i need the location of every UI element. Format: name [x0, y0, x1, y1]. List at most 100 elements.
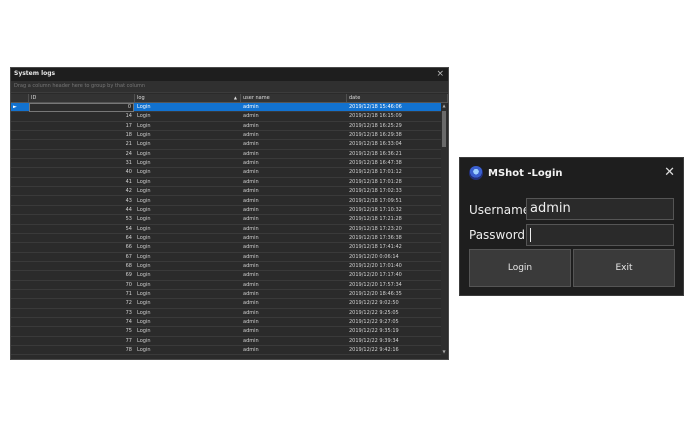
- cell-date[interactable]: 2019/12/22 9:02:50: [349, 299, 399, 308]
- cell-date[interactable]: 2019/12/22 9:39:34: [349, 337, 399, 346]
- cell-log[interactable]: Login: [137, 140, 151, 149]
- cell-date[interactable]: 2019/12/18 17:10:32: [349, 206, 402, 215]
- cell-id[interactable]: 31: [29, 159, 134, 168]
- cell-id[interactable]: 0: [29, 103, 134, 112]
- table-row[interactable]: 18 Login admin 2019/12/18 16:29:38: [11, 131, 441, 141]
- cell-log[interactable]: Login: [137, 271, 151, 280]
- cell-id[interactable]: 18: [29, 131, 134, 140]
- cell-user[interactable]: admin: [243, 243, 259, 252]
- cell-user[interactable]: admin: [243, 290, 259, 299]
- cell-log[interactable]: Login: [137, 262, 151, 271]
- cell-user[interactable]: admin: [243, 187, 259, 196]
- column-header-log[interactable]: log ▲: [135, 94, 241, 102]
- table-row[interactable]: 54 Login admin 2019/12/18 17:23:20: [11, 225, 441, 234]
- cell-log[interactable]: Login: [137, 281, 151, 290]
- cell-user[interactable]: admin: [243, 318, 259, 327]
- cell-log[interactable]: Login: [137, 197, 151, 206]
- cell-date[interactable]: 2019/12/18 16:25:29: [349, 122, 402, 131]
- table-row[interactable]: 66 Login admin 2019/12/18 17:41:42: [11, 243, 441, 253]
- cell-date[interactable]: 2019/12/20 17:01:40: [349, 262, 402, 271]
- cell-id[interactable]: 71: [29, 290, 134, 299]
- cell-log[interactable]: Login: [137, 327, 151, 336]
- cell-log[interactable]: Login: [137, 243, 151, 252]
- cell-date[interactable]: 2019/12/18 16:15:09: [349, 112, 402, 121]
- close-icon[interactable]: ✕: [664, 165, 675, 180]
- cell-log[interactable]: Login: [137, 187, 151, 196]
- cell-date[interactable]: 2019/12/18 16:36:21: [349, 150, 402, 159]
- cell-id[interactable]: 41: [29, 178, 134, 187]
- cell-date[interactable]: 2019/12/20 17:17:40: [349, 271, 402, 280]
- table-row[interactable]: 24 Login admin 2019/12/18 16:36:21: [11, 150, 441, 160]
- table-row[interactable]: 42 Login admin 2019/12/18 17:02:33: [11, 187, 441, 197]
- table-row[interactable]: 67 Login admin 2019/12/20 0:06:14: [11, 253, 441, 262]
- cell-id[interactable]: 68: [29, 262, 134, 271]
- cell-user[interactable]: admin: [243, 206, 259, 215]
- login-titlebar[interactable]: MShot -Login ✕: [460, 158, 683, 190]
- scrollbar-thumb[interactable]: [442, 111, 446, 147]
- cell-id[interactable]: 54: [29, 225, 134, 234]
- table-row[interactable]: 14 Login admin 2019/12/18 16:15:09: [11, 112, 441, 122]
- table-row[interactable]: 43 Login admin 2019/12/18 17:09:51: [11, 197, 441, 206]
- cell-log[interactable]: Login: [137, 253, 151, 262]
- cell-log[interactable]: Login: [137, 159, 151, 168]
- cell-id[interactable]: 21: [29, 140, 134, 149]
- table-row[interactable]: 40 Login admin 2019/12/18 17:01:12: [11, 168, 441, 178]
- cell-user[interactable]: admin: [243, 253, 259, 262]
- cell-id[interactable]: 78: [29, 346, 134, 355]
- cell-id[interactable]: 66: [29, 243, 134, 252]
- column-header-user-name[interactable]: user name: [241, 94, 347, 102]
- cell-date[interactable]: 2019/12/18 16:29:38: [349, 131, 402, 140]
- cell-user[interactable]: admin: [243, 234, 259, 243]
- cell-user[interactable]: admin: [243, 150, 259, 159]
- cell-user[interactable]: admin: [243, 168, 259, 177]
- cell-user[interactable]: admin: [243, 122, 259, 131]
- cell-log[interactable]: Login: [137, 112, 151, 121]
- column-header-date[interactable]: date: [347, 94, 448, 102]
- cell-user[interactable]: admin: [243, 112, 259, 121]
- table-row[interactable]: 31 Login admin 2019/12/18 16:47:38: [11, 159, 441, 169]
- cell-id[interactable]: 40: [29, 168, 134, 177]
- cell-user[interactable]: admin: [243, 159, 259, 168]
- cell-id[interactable]: 53: [29, 215, 134, 224]
- cell-date[interactable]: 2019/12/18 17:01:12: [349, 168, 402, 177]
- vertical-scrollbar[interactable]: ▲ ▼: [441, 103, 447, 355]
- cell-log[interactable]: Login: [137, 178, 151, 187]
- cell-user[interactable]: admin: [243, 197, 259, 206]
- cell-user[interactable]: admin: [243, 346, 259, 355]
- cell-user[interactable]: admin: [243, 271, 259, 280]
- cell-date[interactable]: 2019/12/18 17:02:33: [349, 187, 402, 196]
- cell-log[interactable]: Login: [137, 150, 151, 159]
- cell-date[interactable]: 2019/12/18 16:47:38: [349, 159, 402, 168]
- cell-user[interactable]: admin: [243, 178, 259, 187]
- cell-date[interactable]: 2019/12/18 15:46:06: [349, 103, 402, 112]
- cell-log[interactable]: Login: [137, 346, 151, 355]
- cell-log[interactable]: Login: [137, 337, 151, 346]
- logs-titlebar[interactable]: System logs ×: [11, 68, 448, 81]
- cell-log[interactable]: Login: [137, 309, 151, 318]
- cell-id[interactable]: 64: [29, 234, 134, 243]
- cell-date[interactable]: 2019/12/22 9:35:19: [349, 327, 399, 336]
- cell-id[interactable]: 17: [29, 122, 134, 131]
- cell-id[interactable]: 70: [29, 281, 134, 290]
- cell-user[interactable]: admin: [243, 140, 259, 149]
- cell-date[interactable]: 2019/12/18 17:41:42: [349, 243, 402, 252]
- cell-log[interactable]: Login: [137, 290, 151, 299]
- cell-id[interactable]: 14: [29, 112, 134, 121]
- cell-id[interactable]: 73: [29, 309, 134, 318]
- scroll-down-icon[interactable]: ▼: [441, 349, 447, 355]
- group-by-panel[interactable]: Drag a column header here to group by th…: [11, 81, 448, 93]
- table-row[interactable]: 17 Login admin 2019/12/18 16:25:29: [11, 122, 441, 132]
- cell-user[interactable]: admin: [243, 131, 259, 140]
- cell-date[interactable]: 2019/12/20 0:06:14: [349, 253, 399, 262]
- cell-log[interactable]: Login: [137, 318, 151, 327]
- table-row[interactable]: 70 Login admin 2019/12/20 17:57:34: [11, 281, 441, 290]
- cell-date[interactable]: 2019/12/22 9:42:16: [349, 346, 399, 355]
- cell-id[interactable]: 24: [29, 150, 134, 159]
- cell-user[interactable]: admin: [243, 262, 259, 271]
- cell-date[interactable]: 2019/12/20 18:46:35: [349, 290, 402, 299]
- cell-id[interactable]: 67: [29, 253, 134, 262]
- cell-id[interactable]: 69: [29, 271, 134, 280]
- cell-date[interactable]: 2019/12/18 17:36:38: [349, 234, 402, 243]
- cell-user[interactable]: admin: [243, 215, 259, 224]
- table-row[interactable]: 21 Login admin 2019/12/18 16:33:04: [11, 140, 441, 150]
